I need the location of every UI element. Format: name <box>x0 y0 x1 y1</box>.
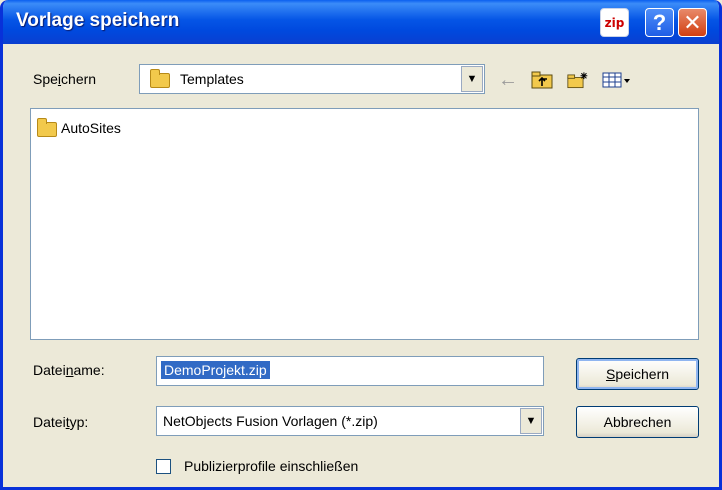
save-template-dialog: Vorlage speichern zip ? ✕ Speichern Temp… <box>0 0 722 490</box>
filetype-dropdown-button[interactable]: ▼ <box>520 408 542 434</box>
filename-input[interactable]: DemoProjekt.zip <box>156 356 544 386</box>
chevron-down-icon: ▼ <box>525 415 537 427</box>
save-in-dropdown-button[interactable]: ▼ <box>461 66 483 92</box>
filename-value: DemoProjekt.zip <box>161 361 270 379</box>
close-icon: ✕ <box>683 9 702 35</box>
help-button[interactable]: ? <box>645 8 674 37</box>
folder-icon <box>37 118 57 137</box>
include-profiles-label[interactable]: Publizierprofile einschließen <box>184 458 358 474</box>
filetype-dropdown[interactable]: NetObjects Fusion Vorlagen (*.zip) ▼ <box>156 406 544 436</box>
window-title: Vorlage speichern <box>16 10 180 31</box>
file-name: AutoSites <box>61 120 121 136</box>
filetype-label: Dateityp: <box>33 414 89 430</box>
new-folder-icon[interactable] <box>567 70 589 90</box>
save-in-label: Speichern <box>33 71 97 87</box>
cancel-button[interactable]: Abbrechen <box>576 406 699 438</box>
save-in-value: Templates <box>180 71 244 87</box>
title-bar[interactable]: Vorlage speichern zip ? ✕ <box>3 0 719 44</box>
filetype-value: NetObjects Fusion Vorlagen (*.zip) <box>163 413 378 429</box>
up-folder-icon[interactable] <box>531 70 553 90</box>
include-profiles-checkbox[interactable] <box>156 459 171 474</box>
back-icon[interactable]: ← <box>497 69 519 91</box>
close-button[interactable]: ✕ <box>678 8 707 37</box>
save-in-dropdown[interactable]: Templates ▼ <box>139 64 485 94</box>
zip-icon: zip <box>600 8 629 37</box>
save-button[interactable]: Speichern <box>576 358 699 390</box>
view-menu-icon[interactable] <box>601 70 633 90</box>
chevron-down-icon: ▼ <box>466 73 478 85</box>
file-list[interactable]: AutoSites <box>30 108 699 340</box>
filename-label: Dateiname: <box>33 362 105 378</box>
folder-icon <box>150 69 170 88</box>
help-icon: ? <box>652 9 667 35</box>
